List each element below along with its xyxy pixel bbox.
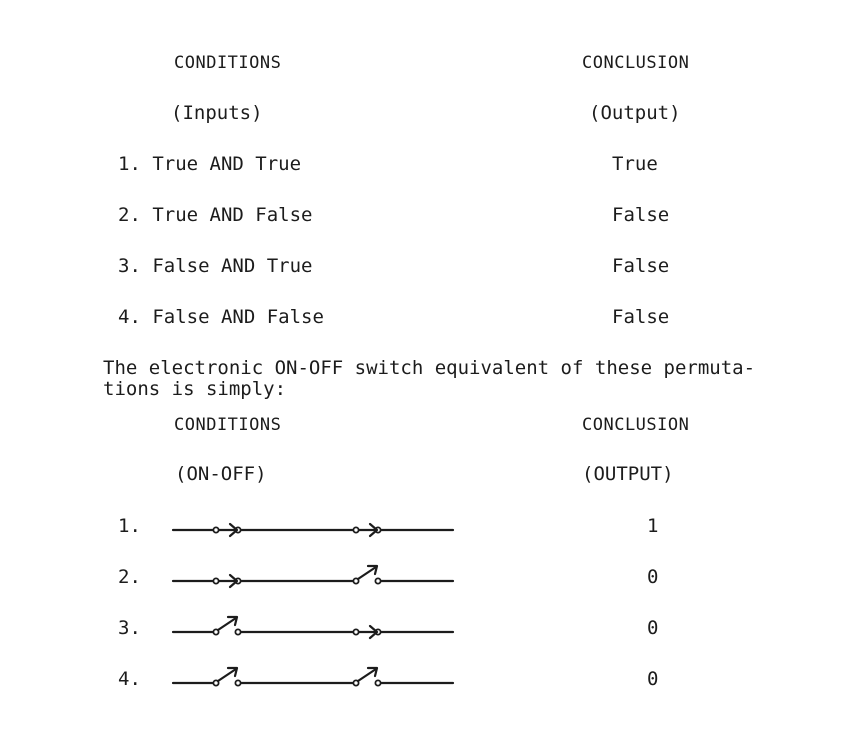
table2-row-output: 0 [647,566,659,588]
switch-circuit-diagram [171,561,463,601]
switch-a-open-blade [216,616,238,632]
switch-circuit-diagram [171,510,463,550]
switch-circuit-diagram [171,663,463,703]
table2-subheader-output: (OUTPUT) [582,463,674,485]
switch-a-right-contact [234,679,242,687]
switch-circuit-svg [171,522,455,538]
table2-row-number: 3. [118,617,141,639]
table1-row-condition: 1. True AND True [118,153,302,175]
table1-header-conclusion: CONCLUSION [582,53,690,73]
table1-subheader-inputs: (Inputs) [171,102,263,124]
table2-header-conclusion: CONCLUSION [582,415,690,435]
switch-b-open-blade [356,565,378,581]
table1-row-conclusion: True [612,153,658,175]
table1-subheader-output: (Output) [589,102,681,124]
table2-header-conditions: CONDITIONS [174,415,282,435]
table2-subheader-on-off: (ON-OFF) [175,463,267,485]
table1-row-condition: 3. False AND True [118,255,313,277]
body-paragraph: The electronic ON-OFF switch equivalent … [103,357,756,400]
switch-a-left-contact [212,526,220,534]
switch-a-right-contact [234,628,242,636]
switch-circuit-diagram [171,612,463,652]
table1-row-condition: 2. True AND False [118,204,313,226]
table1-row-conclusion: False [612,306,670,328]
switch-circuit-svg [171,615,455,640]
table2-row-number: 2. [118,566,141,588]
switch-b-left-contact [352,526,360,534]
table2-row-number: 1. [118,515,141,537]
table2-row-output: 0 [647,668,659,690]
table1-header-conditions: CONDITIONS [174,53,282,73]
table1-row-conclusion: False [612,204,670,226]
switch-a-open-blade [216,667,238,683]
switch-b-left-contact [352,628,360,636]
switch-b-right-contact [374,679,382,687]
table2-row-output: 1 [647,515,659,537]
table2-row-number: 4. [118,668,141,690]
switch-b-open-blade [356,667,378,683]
switch-b-right-contact [374,577,382,585]
switch-circuit-svg [171,564,455,589]
table2-row-output: 0 [647,617,659,639]
switch-a-left-contact [212,577,220,585]
switch-circuit-svg [171,666,455,687]
table1-row-condition: 4. False AND False [118,306,324,328]
table1-row-conclusion: False [612,255,670,277]
